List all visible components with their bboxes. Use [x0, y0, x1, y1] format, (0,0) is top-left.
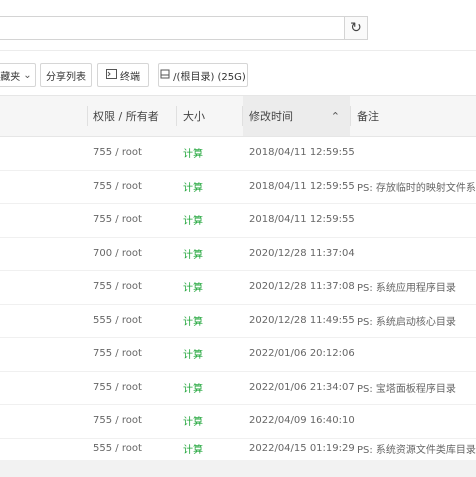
cell-permission[interactable]: 755 / root [93, 270, 142, 303]
cell-size-calc[interactable]: 计算 [183, 304, 203, 337]
table-row[interactable]: 755 / root 计算 2018/04/11 12:59:55 [0, 203, 476, 238]
cell-size-calc[interactable]: 计算 [183, 203, 203, 236]
cell-permission[interactable]: 555 / root [93, 438, 142, 460]
header-modified-label: 修改时间 [249, 110, 293, 123]
header-size-label: 大小 [183, 110, 205, 123]
header-modified-time[interactable]: 修改时间 ⌃ [243, 96, 350, 136]
cell-permission[interactable]: 755 / root [93, 170, 142, 203]
chevron-down-icon: ⌄ [23, 69, 32, 81]
cell-permission[interactable]: 755 / root [93, 371, 142, 404]
cell-permission[interactable]: 555 / root [93, 304, 142, 337]
table-header: 权限 / 所有者 大小 修改时间 ⌃ 备注 [0, 95, 476, 137]
header-permission-owner-label: 权限 / 所有者 [93, 110, 159, 123]
cell-permission[interactable]: 755 / root [93, 337, 142, 370]
refresh-button[interactable]: ↻ [344, 16, 368, 40]
cell-remark[interactable]: PS: 宝塔面板程序目录 [357, 371, 456, 404]
cell-modified: 2018/04/11 12:59:55 [249, 180, 355, 192]
cell-size-calc[interactable]: 计算 [183, 237, 203, 270]
cell-modified: 2020/12/28 11:49:55 [249, 314, 355, 326]
page-bottom-margin [0, 460, 476, 477]
cell-modified: 2022/01/06 21:34:07 [249, 381, 355, 393]
disk-icon [160, 69, 170, 82]
cell-permission[interactable]: 755 / root [93, 404, 142, 437]
column-divider [176, 106, 177, 126]
cell-size-calc[interactable]: 计算 [183, 404, 203, 437]
cell-permission[interactable]: 755 / root [93, 136, 142, 169]
share-list-label: 分享列表 [46, 71, 86, 83]
cell-modified: 2022/04/15 01:19:29 [249, 443, 355, 454]
header-remark[interactable]: 备注 [357, 96, 467, 136]
cell-permission[interactable]: 755 / root [93, 203, 142, 236]
header-size[interactable]: 大小 [183, 96, 233, 136]
cell-remark[interactable]: PS: 系统启动核心目录 [357, 304, 456, 337]
cell-modified: 2020/12/28 11:37:08 [249, 281, 355, 292]
table-row[interactable]: 555 / root 计算 2022/04/15 01:19:29 PS: 系统… [0, 438, 476, 460]
table-row[interactable]: 700 / root 计算 2020/12/28 11:37:04 [0, 237, 476, 271]
cell-modified: 2022/01/06 20:12:06 [249, 348, 355, 359]
terminal-icon [106, 68, 117, 82]
terminal-label: 终端 [120, 71, 140, 83]
cell-size-calc[interactable]: 计算 [183, 170, 203, 203]
path-input[interactable] [0, 16, 344, 40]
cell-size-calc[interactable]: 计算 [183, 136, 203, 169]
toolbar: 藏夹 ⌄ 分享列表 终端 /(根目录) (25G) [0, 50, 476, 95]
cell-size-calc[interactable]: 计算 [183, 270, 203, 303]
column-divider [350, 106, 351, 126]
table-row[interactable]: 555 / root 计算 2020/12/28 11:49:55 PS: 系统… [0, 304, 476, 338]
cell-permission[interactable]: 700 / root [93, 237, 142, 270]
file-table: 权限 / 所有者 大小 修改时间 ⌃ 备注 755 / root 计算 2018… [0, 95, 476, 460]
cell-size-calc[interactable]: 计算 [183, 438, 203, 460]
share-list-button[interactable]: 分享列表 [40, 63, 92, 87]
disk-label: /(根目录) (25G) [173, 71, 246, 83]
path-bar: ↻ [0, 0, 476, 50]
table-row[interactable]: 755 / root 计算 2018/04/11 12:59:55 PS: 存放… [0, 170, 476, 204]
refresh-icon: ↻ [350, 20, 362, 36]
cell-remark[interactable]: PS: 系统资源文件类库目录 [357, 438, 476, 460]
table-row[interactable]: 755 / root 计算 2022/04/09 16:40:10 [0, 404, 476, 439]
cell-modified: 2018/04/11 12:59:55 [249, 214, 355, 225]
cell-remark[interactable]: PS: 系统应用程序目录 [357, 270, 456, 303]
table-row[interactable]: 755 / root 计算 2018/04/11 12:59:55 [0, 136, 476, 171]
cell-modified: 2018/04/11 12:59:55 [249, 147, 355, 158]
disk-button[interactable]: /(根目录) (25G) [158, 63, 248, 87]
cell-modified: 2022/04/09 16:40:10 [249, 415, 355, 426]
favorites-label: 藏夹 [0, 71, 21, 83]
table-row[interactable]: 755 / root 计算 2020/12/28 11:37:08 PS: 系统… [0, 270, 476, 305]
cell-remark[interactable]: PS: 存放临时的映射文件系统 [357, 170, 476, 203]
header-permission-owner[interactable]: 权限 / 所有者 [93, 96, 173, 136]
terminal-button[interactable]: 终端 [97, 63, 149, 87]
cell-size-calc[interactable]: 计算 [183, 371, 203, 404]
cell-modified: 2020/12/28 11:37:04 [249, 247, 355, 259]
sort-up-icon: ⌃ [330, 110, 340, 123]
table-row[interactable]: 755 / root 计算 2022/01/06 21:34:07 PS: 宝塔… [0, 371, 476, 405]
cell-size-calc[interactable]: 计算 [183, 337, 203, 370]
table-row[interactable]: 755 / root 计算 2022/01/06 20:12:06 [0, 337, 476, 372]
favorites-dropdown[interactable]: 藏夹 ⌄ [0, 63, 36, 87]
column-divider [87, 106, 88, 126]
header-remark-label: 备注 [357, 110, 379, 123]
